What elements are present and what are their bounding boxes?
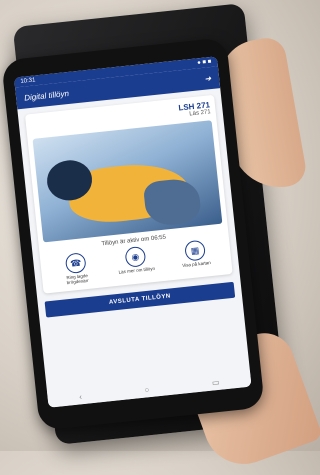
system-nav-bar: ‹ ○ ▭ [47, 370, 252, 408]
header-title: Digital tillöyn [23, 88, 70, 103]
back-icon[interactable]: ‹ [79, 392, 83, 401]
action-call[interactable]: ☎ Ring lagde brögdenärr [55, 251, 98, 287]
arrow-back-icon[interactable]: ➜ [204, 74, 212, 84]
card-photo [32, 120, 223, 243]
map-icon: ▦ [184, 239, 207, 262]
status-icons: ● ■ ■ [196, 58, 212, 67]
action-info[interactable]: ◉ Läs mer om tillöyn [114, 245, 157, 281]
action-call-label: Ring lagde brögdenärr [66, 272, 89, 286]
photo-shape-blue [142, 176, 203, 228]
status-time: 10:31 [20, 77, 36, 85]
badge-icon: ◉ [124, 245, 147, 268]
phone-icon: ☎ [64, 252, 87, 275]
phone-screen: 10:31 ● ■ ■ Digital tillöyn ➜ LSH 271 Lä… [13, 56, 252, 408]
recent-icon[interactable]: ▭ [211, 377, 219, 387]
action-map-label: Visa på kartan [181, 260, 212, 269]
home-icon[interactable]: ○ [144, 385, 150, 394]
card-subtitle: Läs 271 [189, 109, 212, 118]
smartphone: 10:31 ● ■ ■ Digital tillöyn ➜ LSH 271 Lä… [1, 37, 265, 431]
license-card: LSH 271 Läs 271 Tillöyn är aktiv om 06:5… [24, 94, 233, 294]
action-map[interactable]: ▦ Visa på kartan [174, 239, 217, 275]
action-info-label: Läs mer om tillöyn [118, 265, 156, 275]
photo-scene: 10:31 ● ■ ■ Digital tillöyn ➜ LSH 271 Lä… [0, 0, 320, 475]
